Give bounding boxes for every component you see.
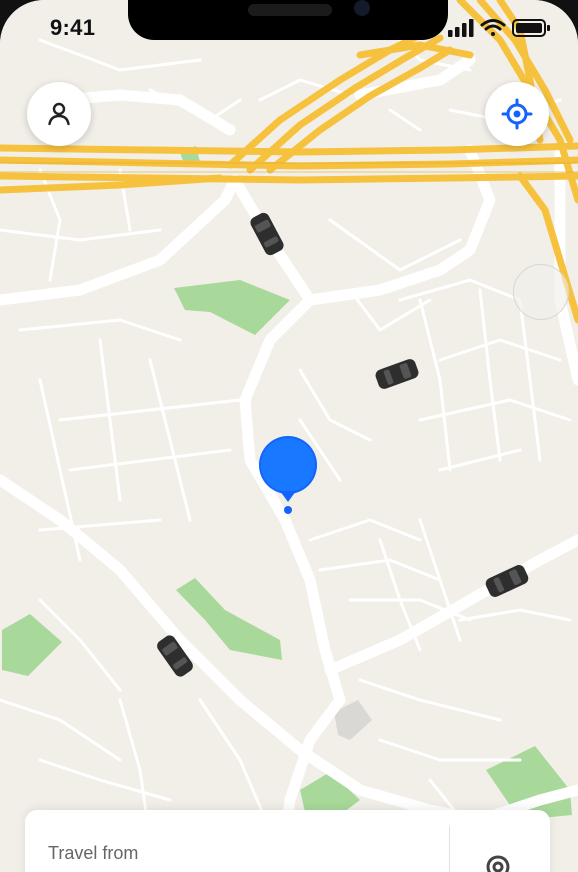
profile-button[interactable] — [27, 82, 91, 146]
phone-screen: 9:41 Travel from — [0, 0, 578, 872]
bottom-sheet: Travel from — [25, 810, 550, 872]
status-bar: 9:41 — [0, 0, 578, 50]
person-icon — [48, 102, 70, 126]
location-pin-icon[interactable] — [481, 852, 515, 872]
notch — [128, 0, 448, 40]
battery-icon — [512, 19, 550, 37]
location-pin[interactable] — [257, 436, 319, 518]
travel-from-label[interactable]: Travel from — [48, 843, 138, 864]
speaker-grille — [248, 4, 332, 16]
system-icons — [448, 17, 552, 37]
secondary-map-control[interactable] — [513, 264, 569, 320]
status-time: 9:41 — [50, 15, 96, 40]
wifi-icon — [480, 19, 506, 36]
crosshair-icon — [501, 98, 533, 130]
my-location-button[interactable] — [485, 82, 549, 146]
front-camera — [354, 0, 370, 16]
sheet-divider — [449, 826, 450, 872]
signal-icon — [448, 19, 474, 37]
